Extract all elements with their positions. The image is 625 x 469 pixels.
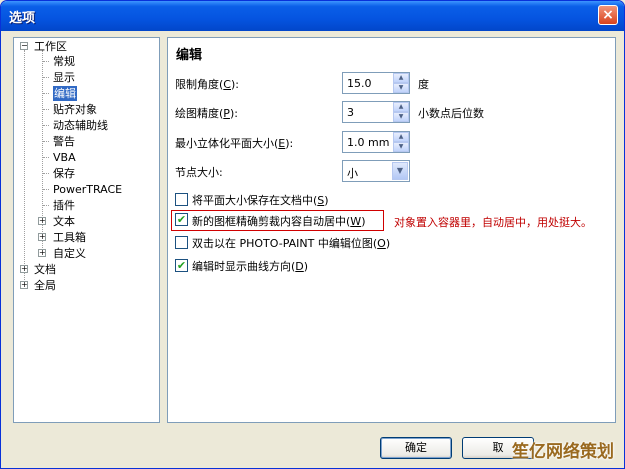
node-size-select[interactable]: 小 ▼ [342,160,410,182]
options-dialog: 选项 × − 工作区 常规 显示 编辑 贴齐对象 动态辅助线 警告 VBA 保存… [0,0,625,469]
tree-guide-line [42,50,43,256]
expand-icon[interactable]: + [38,217,46,225]
chevron-down-icon[interactable]: ▼ [392,162,408,180]
drawing-precision-input[interactable]: 3 ▲ ▼ [342,101,410,123]
collapse-icon[interactable]: − [20,42,28,50]
spin-up-icon[interactable]: ▲ [393,73,409,83]
center-powerclip-label[interactable]: 新的图框精确剪裁内容自动居中(W) [192,213,365,229]
tree-guide-line [24,50,25,288]
tree-branch [43,109,49,110]
tree-item-document[interactable]: 文档 [34,262,56,277]
tree-branch [43,93,49,94]
spin-down-icon[interactable]: ▼ [393,83,409,93]
spin-down-icon[interactable]: ▼ [393,142,409,152]
tree-branch [43,157,49,158]
save-face-size-checkbox[interactable] [175,193,188,206]
tree-item-powertrace[interactable]: PowerTRACE [53,182,122,197]
edit-settings-panel: 编辑 限制角度(C): 15.0 ▲ ▼ 度 绘图精度(P): 3 ▲ ▼ 小数点后… [167,37,616,423]
ok-button[interactable]: 确定 [380,437,452,459]
tree-item-vba[interactable]: VBA [53,150,76,165]
expand-icon[interactable]: + [38,233,46,241]
center-powerclip-checkbox[interactable]: ✔ [175,213,188,226]
window-title: 选项 [9,11,36,26]
tree-item-workspace[interactable]: 工作区 [34,39,67,54]
tree-item-snap[interactable]: 贴齐对象 [53,102,97,117]
tree-branch [43,189,49,190]
tree-item-edit[interactable]: 编辑 [53,86,77,101]
min-extrude-size-input[interactable]: 1.0 mm ▲ ▼ [342,131,410,153]
photo-paint-label[interactable]: 双击以在 PHOTO-PAINT 中编辑位图(O) [192,235,390,251]
tree-item-warnings[interactable]: 警告 [53,134,75,149]
tree-item-global[interactable]: 全局 [34,278,56,293]
expand-icon[interactable]: + [20,265,28,273]
constrain-angle-unit: 度 [418,78,429,91]
node-size-label: 节点大小: [175,166,223,179]
tree-branch [43,77,49,78]
tree-item-general[interactable]: 常规 [53,54,75,69]
tree-item-toolbox[interactable]: 工具箱 [53,230,86,245]
tree-branch [43,205,49,206]
annotation-text: 对象置入容器里，自动居中，用处挺大。 [394,216,592,229]
spin-down-icon[interactable]: ▼ [393,112,409,122]
photo-paint-checkbox[interactable] [175,236,188,249]
expand-icon[interactable]: + [20,281,28,289]
expand-icon[interactable]: + [38,249,46,257]
spin-up-icon[interactable]: ▲ [393,102,409,112]
page-title: 编辑 [176,48,203,63]
show-curve-direction-label[interactable]: 编辑时显示曲线方向(D) [192,258,308,274]
tree-branch [43,61,49,62]
category-tree[interactable]: − 工作区 常规 显示 编辑 贴齐对象 动态辅助线 警告 VBA 保存 Powe… [13,37,160,423]
close-icon: × [602,7,614,23]
drawing-precision-unit: 小数点后位数 [418,107,484,120]
title-bar[interactable]: 选项 × [1,1,624,31]
min-extrude-size-label: 最小立体化平面大小(E): [175,137,294,150]
tree-item-dynamic-guides[interactable]: 动态辅助线 [53,118,108,133]
tree-branch [43,173,49,174]
watermark: 笙亿网络策划 [512,442,614,462]
tree-item-customize[interactable]: 自定义 [53,246,86,261]
tree-item-text[interactable]: 文本 [53,214,75,229]
spin-up-icon[interactable]: ▲ [393,132,409,142]
save-face-size-label[interactable]: 将平面大小保存在文档中(S) [192,192,329,208]
drawing-precision-label: 绘图精度(P): [175,107,238,120]
constrain-angle-label: 限制角度(C): [175,78,239,91]
tree-item-display[interactable]: 显示 [53,70,75,85]
tree-item-plugins[interactable]: 插件 [53,198,75,213]
close-button[interactable]: × [598,5,618,25]
tree-item-save[interactable]: 保存 [53,166,75,181]
tree-branch [43,125,49,126]
show-curve-direction-checkbox[interactable]: ✔ [175,259,188,272]
constrain-angle-input[interactable]: 15.0 ▲ ▼ [342,72,410,94]
tree-branch [43,141,49,142]
